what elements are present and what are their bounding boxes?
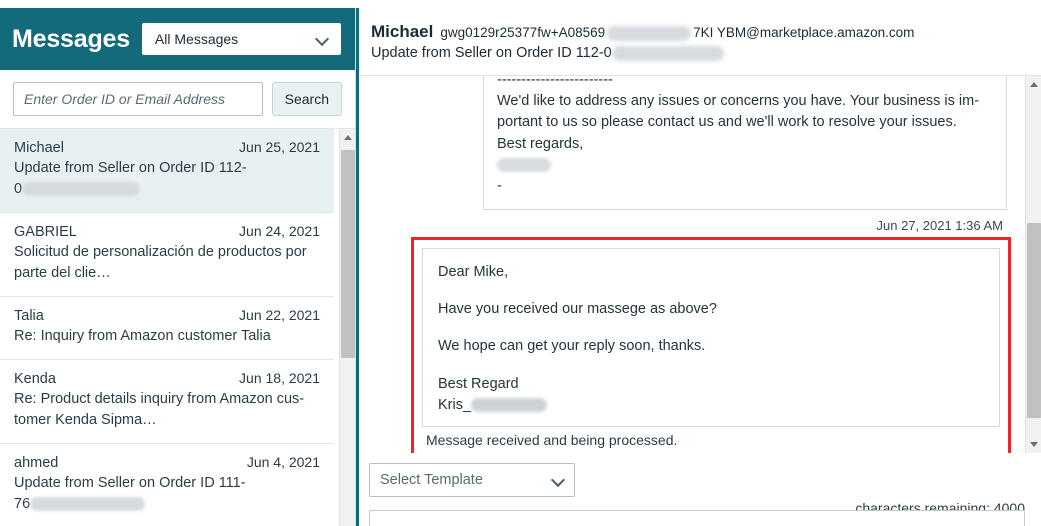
messages-sidebar: Messages All Messages Search Michael Jun… [0,8,356,526]
thread-address-suffix: 7KI YBM@marketplace.amazon.com [693,25,915,40]
scroll-up-arrow-icon[interactable] [340,129,355,146]
outgoing-message-bubble: Dear Mike, Have you received our massege… [422,248,1000,427]
outgoing-greeting: Dear Mike, [438,264,509,281]
list-item-subject-line1: Update from Seller on Order ID 111- [14,475,246,492]
list-item-date: Jun 18, 2021 [239,370,320,387]
message-filter-select[interactable]: All Messages [141,23,341,55]
conversation: Not the right fitting ------------------… [359,76,1025,453]
highlighted-outgoing-region: Dear Mike, Have you received our massege… [411,237,1011,453]
list-item[interactable]: Michael Jun 25, 2021 Update from Seller … [0,129,334,214]
list-item-subject: Update from Seller on Order ID 112- 0 [14,158,320,200]
list-item-subject-line2: tomer Kenda Sipma… [14,412,157,429]
incoming-signature-redacted [497,155,993,176]
status-badge: Message received and being processed. [426,431,678,448]
list-item-sender: ahmed [14,455,59,472]
redacted-address-part [607,25,692,41]
list-item-subject-line1: Update from Seller on Order ID 112- [14,160,247,176]
template-select[interactable]: Select Template [369,463,575,497]
message-filter-value: All Messages [154,31,239,47]
list-item-header: Kenda Jun 18, 2021 [14,370,320,387]
list-item-header: GABRIEL Jun 24, 2021 [14,223,320,240]
incoming-line-4: Best regards, [497,135,584,152]
thread-address-prefix: gwg0129r25377fw+A08569 [440,25,606,40]
incoming-line-3: portant to us so please contact us and w… [497,114,957,131]
list-item-subject-line1: Solicitud de personalización de producto… [14,244,307,261]
message-list: Michael Jun 25, 2021 Update from Seller … [0,129,334,526]
page-title: Messages [12,24,130,53]
list-item-subject-line2: parte del clie… [14,265,111,282]
sidebar-scrollbar-thumb[interactable] [341,150,355,358]
list-item[interactable]: Talia Jun 22, 2021 Re: Inquiry from Amaz… [0,297,334,361]
scroll-up-arrow-icon[interactable] [1026,76,1041,93]
redacted-order-id [30,497,146,512]
thread-sender-name: Michael [371,22,434,41]
redacted-signature [497,157,551,172]
list-item-date: Jun 22, 2021 [239,307,320,324]
conversation-scrollbar[interactable] [1025,76,1041,453]
list-item-subject: Re: Product details inquiry from Amazon … [14,389,320,431]
search-button[interactable]: Search [271,82,342,116]
incoming-line-5: - [497,177,502,194]
list-item-date: Jun 24, 2021 [239,223,320,240]
list-item-header: Talia Jun 22, 2021 [14,307,320,324]
outgoing-body-2: We hope can get your reply soon, thanks. [438,338,706,355]
incoming-line-2: We'd like to address any issues or conce… [497,93,980,110]
list-item-sender: GABRIEL [14,224,77,241]
messaging-app: Messages All Messages Search Michael Jun… [0,0,1041,526]
message-list-container: Michael Jun 25, 2021 Update from Seller … [0,128,355,526]
outgoing-timestamp: Jun 27, 2021 1:36 AM [876,218,1003,234]
thread-subject: Update from Seller on Order ID 112-0 [371,45,1025,61]
list-item-subject: Re: Inquiry from Amazon customer Talia [14,328,271,345]
search-input[interactable] [13,82,263,116]
list-item-subject-line1: Re: Product details inquiry from Amazon … [14,391,305,408]
conversation-scroll-container: Not the right fitting ------------------… [359,76,1041,453]
list-item-sender: Talia [14,308,44,325]
chevron-down-icon [316,32,330,46]
outgoing-signature-prefix: Kris_ [438,396,472,413]
reply-textarea[interactable] [369,510,1025,526]
search-bar: Search [0,70,355,128]
incoming-divider: ------------------------ [497,76,613,89]
outgoing-signoff: Best Regard [438,375,519,392]
redacted-signature [471,397,548,412]
list-item-date: Jun 4, 2021 [246,454,320,471]
list-item[interactable]: Kenda Jun 18, 2021 Re: Product details i… [0,360,334,445]
list-item-sender: Michael [14,140,64,156]
thread-header: Michael gwg0129r25377fw+A08569 7KI YBM@ma… [359,8,1041,76]
list-item[interactable]: ahmed Jun 4, 2021 Update from Seller on … [0,444,334,526]
thread-subject-prefix: Update from Seller on Order ID 112-0 [371,45,612,61]
conversation-scrollbar-thumb[interactable] [1027,223,1041,418]
list-item-header: Michael Jun 25, 2021 [14,139,320,156]
redacted-order-id [611,45,724,61]
chevron-down-icon [552,473,566,487]
thread-participant-line: Michael gwg0129r25377fw+A08569 7KI YBM@ma… [371,22,1025,42]
list-item-date: Jun 25, 2021 [239,139,320,155]
list-item-subject-line2: 76 [14,496,31,513]
list-item-sender: Kenda [14,371,56,388]
message-detail-pane: Michael gwg0129r25377fw+A08569 7KI YBM@ma… [356,8,1041,526]
list-item-subject-line2: 0 [14,181,23,198]
scroll-down-arrow-icon[interactable] [1026,436,1041,453]
outgoing-body-1: Have you received our massege as above? [438,301,717,318]
redacted-order-id [22,182,141,197]
template-select-value: Select Template [380,472,483,488]
sidebar-scrollbar[interactable] [339,129,355,526]
list-item-header: ahmed Jun 4, 2021 [14,454,320,471]
compose-area: Select Template characters remaining: 40… [359,453,1041,526]
list-item-subject: Solicitud de personalización de producto… [14,242,320,284]
outgoing-signature: Kris_ [438,395,984,416]
thread-address: gwg0129r25377fw+A08569 7KI YBM@marketplac… [440,25,914,41]
sidebar-header: Messages All Messages [0,8,355,70]
incoming-message-bubble: Not the right fitting ------------------… [483,76,1007,211]
list-item[interactable]: GABRIEL Jun 24, 2021 Solicitud de person… [0,213,334,298]
list-item-subject: Update from Seller on Order ID 111- 76 [14,473,320,515]
